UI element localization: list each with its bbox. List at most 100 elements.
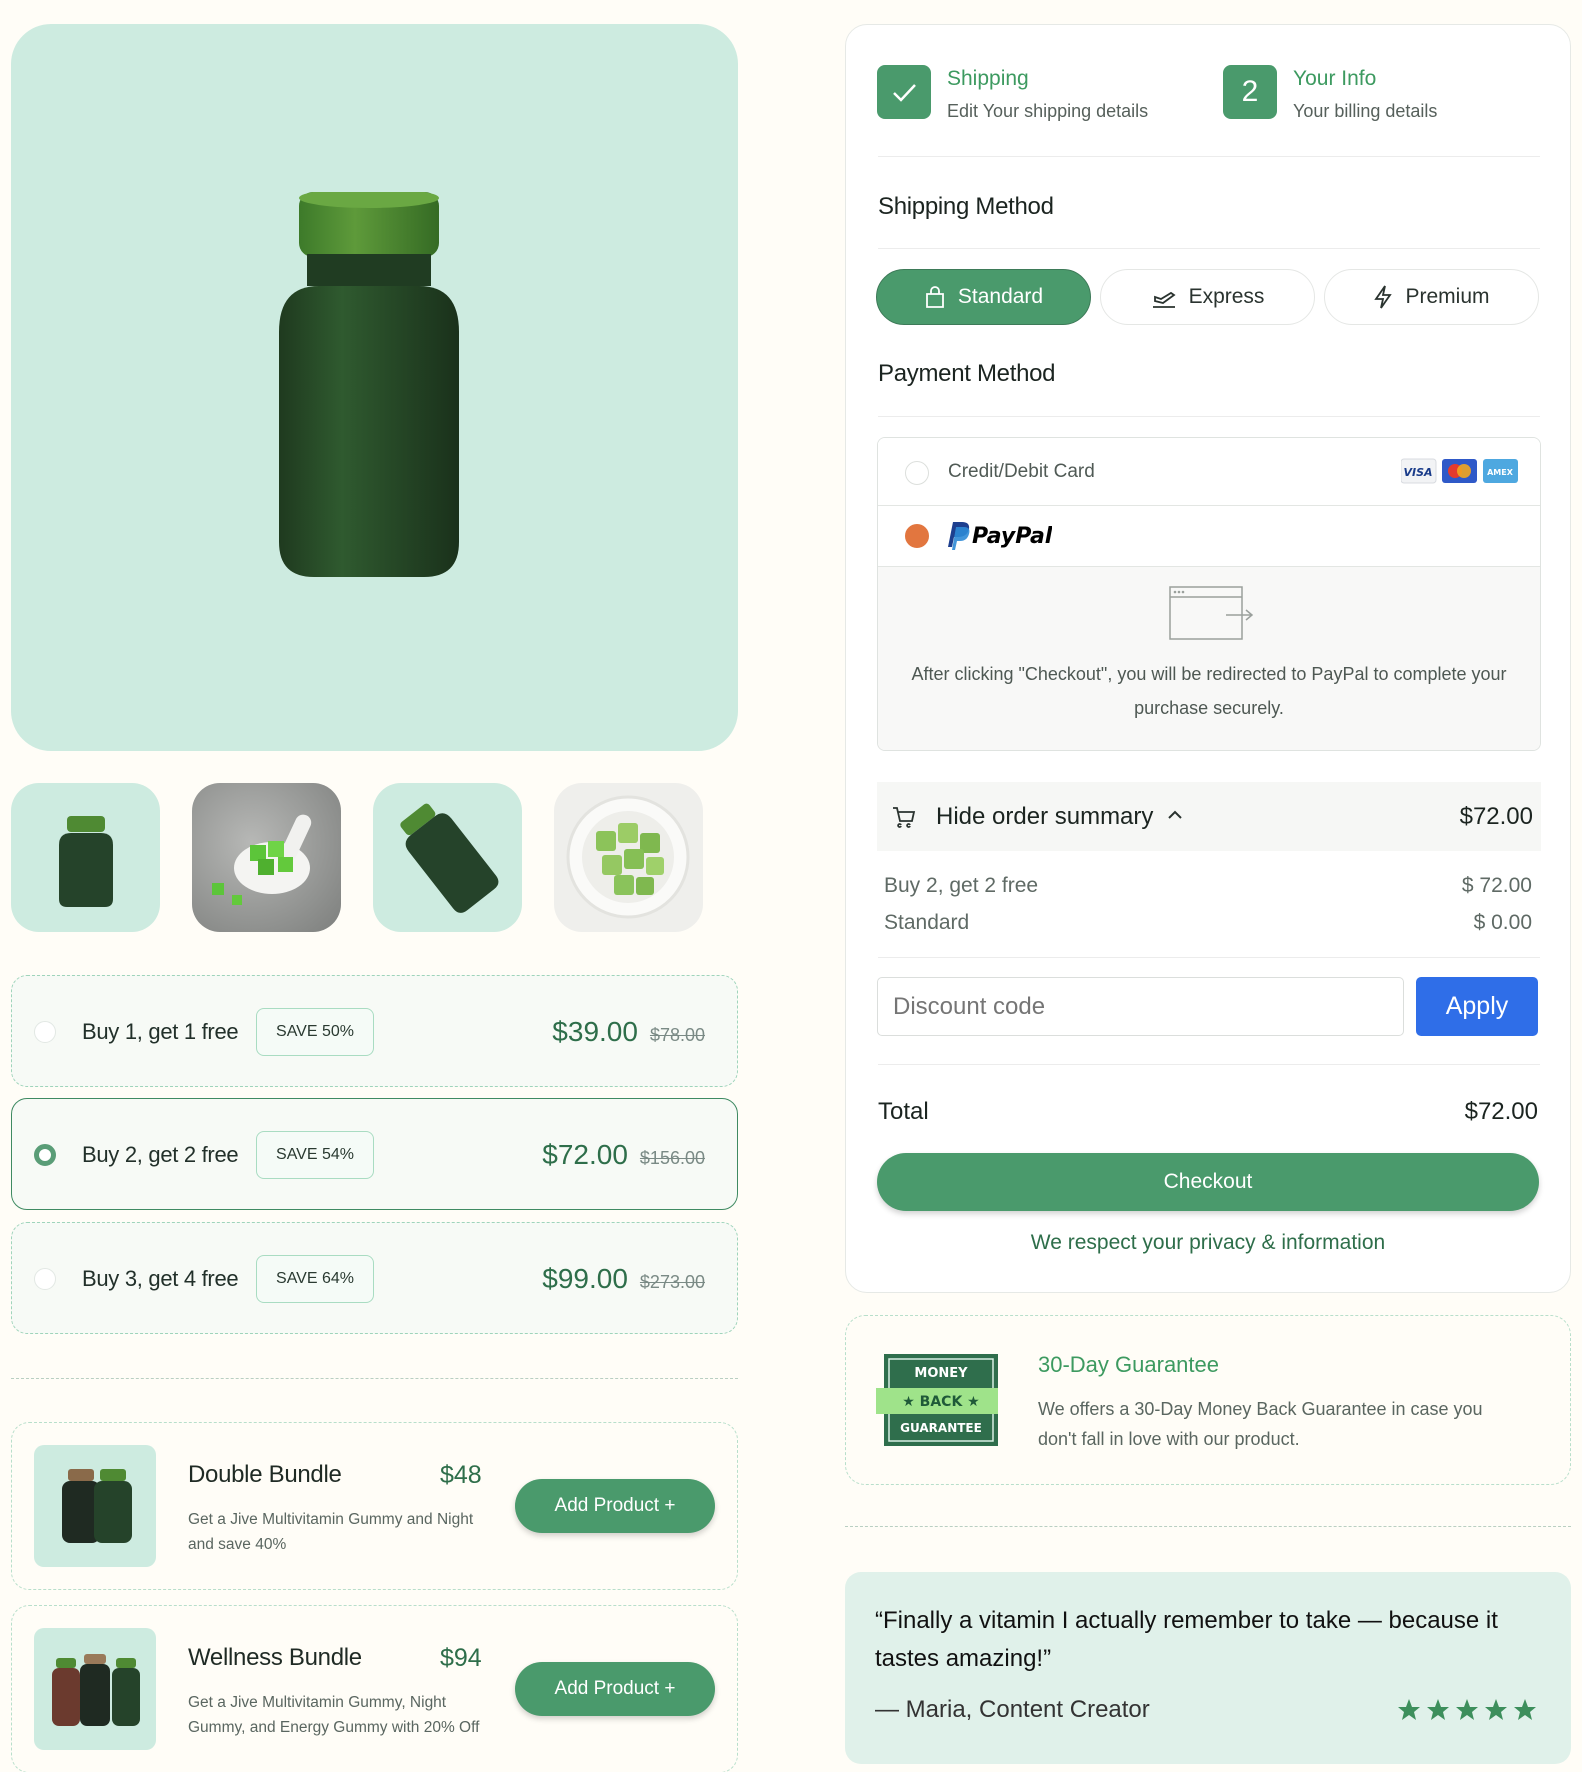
testimonial-author: — Maria, Content Creator	[875, 1696, 1150, 1723]
visa-logo: VISA	[1403, 466, 1432, 479]
testimonial-quote: “Finally a vitamin I actually remember t…	[875, 1607, 1498, 1672]
shipping-option-label: Premium	[1405, 285, 1490, 308]
checkout-button[interactable]: Checkout	[877, 1153, 1539, 1211]
step-complete-indicator	[877, 65, 931, 119]
bundle-description: Get a Jive Multivitamin Gummy, Night Gum…	[188, 1694, 480, 1736]
checkout-panel: Shipping Edit Your shipping details 2 Yo…	[845, 24, 1571, 1293]
offer-radio[interactable]	[34, 1021, 56, 1043]
bottle-thumb-icon	[59, 816, 113, 907]
thumbnail-bottle[interactable]	[11, 783, 160, 932]
chevron-up-icon	[1168, 810, 1182, 819]
bundle-image	[34, 1445, 156, 1567]
section-divider	[845, 1526, 1571, 1527]
plane-departure-icon	[1152, 291, 1176, 308]
bundle-description: Get a Jive Multivitamin Gummy and Night …	[188, 1511, 474, 1553]
offer-label: Buy 3, get 4 free	[82, 1266, 239, 1291]
summary-shipping-label: Standard	[884, 911, 970, 934]
summary-item-value: $ 72.00	[1461, 874, 1532, 897]
add-product-button[interactable]: Add Product +	[515, 1479, 715, 1533]
rating-stars	[1398, 1699, 1536, 1720]
shipping-option-premium[interactable]: Premium	[1324, 269, 1539, 325]
amex-logo: AMEX	[1487, 468, 1514, 477]
offer-buy-2-get-2[interactable]: Buy 2, get 2 free SAVE 54% $72.00 $156.0…	[11, 1098, 738, 1210]
payment-option-card[interactable]: Credit/Debit Card VISA AMEX	[878, 438, 1540, 506]
offer-save-badge: SAVE 50%	[256, 1008, 374, 1056]
offer-save-badge: SAVE 64%	[256, 1255, 374, 1303]
card-brands-icon: VISA AMEX	[1401, 458, 1518, 484]
offer-buy-3-get-4[interactable]: Buy 3, get 4 free SAVE 64% $99.00 $273.0…	[11, 1222, 738, 1334]
three-bottles-icon	[52, 1654, 140, 1726]
thumbnail-gummies-spoon[interactable]	[192, 783, 341, 932]
two-bottles-icon	[62, 1469, 132, 1543]
shopping-bag-icon	[925, 286, 944, 308]
star-icon	[1514, 1699, 1536, 1720]
offer-original-price: $78.00	[649, 1025, 705, 1045]
step-subtitle: Your billing details	[1293, 101, 1438, 121]
star-icon	[1427, 1699, 1449, 1720]
badge-mid-text: ★ BACK ★	[902, 1394, 979, 1410]
paypal-label: PayPal	[972, 524, 1052, 549]
product-hero-image	[11, 24, 738, 751]
star-icon	[1398, 1699, 1420, 1720]
paypal-radio[interactable]	[905, 524, 929, 548]
thumbnail-bottle-tilted[interactable]	[373, 783, 522, 932]
divider	[878, 248, 1540, 249]
payment-option-paypal[interactable]: PayPal	[878, 507, 1540, 566]
bundle-name: Double Bundle	[188, 1461, 342, 1488]
divider	[878, 156, 1540, 157]
bottle-tilted-thumb-icon	[400, 803, 499, 913]
bundle-name: Wellness Bundle	[188, 1644, 362, 1671]
divider	[878, 416, 1540, 417]
card-label: Credit/Debit Card	[948, 461, 1095, 482]
check-icon	[893, 84, 916, 102]
badge-top-text: MONEY	[914, 1366, 968, 1381]
offer-price: $39.00	[552, 1016, 638, 1047]
offer-save-badge: SAVE 54%	[256, 1131, 374, 1179]
card-radio[interactable]	[905, 461, 929, 485]
total-label: Total	[878, 1098, 929, 1125]
supplement-bottle-icon	[279, 192, 459, 577]
badge-bottom-text: GUARANTEE	[900, 1421, 982, 1435]
step-number: 2	[1223, 65, 1277, 119]
discount-code-input[interactable]	[877, 977, 1404, 1036]
step-your-info[interactable]: 2 Your Info Your billing details	[1223, 65, 1437, 122]
step-subtitle: Edit Your shipping details	[947, 101, 1149, 121]
thumbnail-gallery	[11, 783, 703, 932]
add-product-button[interactable]: Add Product +	[515, 1662, 715, 1716]
summary-item-label: Buy 2, get 2 free	[884, 874, 1039, 897]
divider	[878, 1064, 1540, 1065]
step-title: Your Info	[1293, 67, 1377, 90]
bundle-card-double: Double Bundle $48 Get a Jive Multivitami…	[11, 1422, 738, 1590]
offer-original-price: $273.00	[639, 1272, 705, 1292]
offer-label: Buy 2, get 2 free	[82, 1142, 239, 1167]
guarantee-title: 30-Day Guarantee	[1038, 1352, 1219, 1377]
apply-discount-button[interactable]: Apply	[1416, 977, 1538, 1036]
shipping-option-standard[interactable]: Standard	[876, 269, 1091, 325]
shipping-method-title: Shipping Method	[878, 193, 1054, 220]
offer-original-price: $156.00	[639, 1148, 705, 1168]
bundle-price: $48	[440, 1461, 482, 1489]
guarantee-text: We offers a 30-Day Money Back Guarantee …	[1038, 1399, 1483, 1449]
offer-radio[interactable]	[34, 1268, 56, 1290]
guarantee-card: MONEY ★ BACK ★ GUARANTEE 30-Day Guarante…	[845, 1315, 1571, 1485]
order-summary-label: Hide order summary	[936, 803, 1154, 830]
offer-radio[interactable]	[34, 1144, 56, 1166]
bundle-image	[34, 1628, 156, 1750]
step-title: Shipping	[947, 67, 1029, 90]
offer-buy-1-get-1[interactable]: Buy 1, get 1 free SAVE 50% $39.00 $78.00	[11, 975, 738, 1087]
order-summary-total: $72.00	[1459, 803, 1533, 830]
offer-price: $99.00	[542, 1263, 628, 1294]
cart-icon	[893, 807, 916, 828]
testimonial-card: “Finally a vitamin I actually remember t…	[845, 1572, 1571, 1764]
money-back-badge: MONEY ★ BACK ★ GUARANTEE	[876, 1354, 998, 1446]
privacy-note: We respect your privacy & information	[1030, 1231, 1386, 1254]
shipping-option-express[interactable]: Express	[1100, 269, 1315, 325]
star-icon	[1485, 1699, 1507, 1720]
thumbnail-gummies-plate[interactable]	[554, 783, 703, 932]
shipping-option-label: Standard	[957, 285, 1044, 308]
paypal-redirect-info: After clicking "Checkout", you will be r…	[878, 566, 1540, 750]
gummies-plate-thumb-icon	[566, 795, 690, 919]
order-summary-toggle[interactable]: Hide order summary $72.00	[877, 782, 1541, 851]
total-value: $72.00	[1464, 1098, 1538, 1125]
step-shipping[interactable]: Shipping Edit Your shipping details	[877, 65, 1148, 122]
